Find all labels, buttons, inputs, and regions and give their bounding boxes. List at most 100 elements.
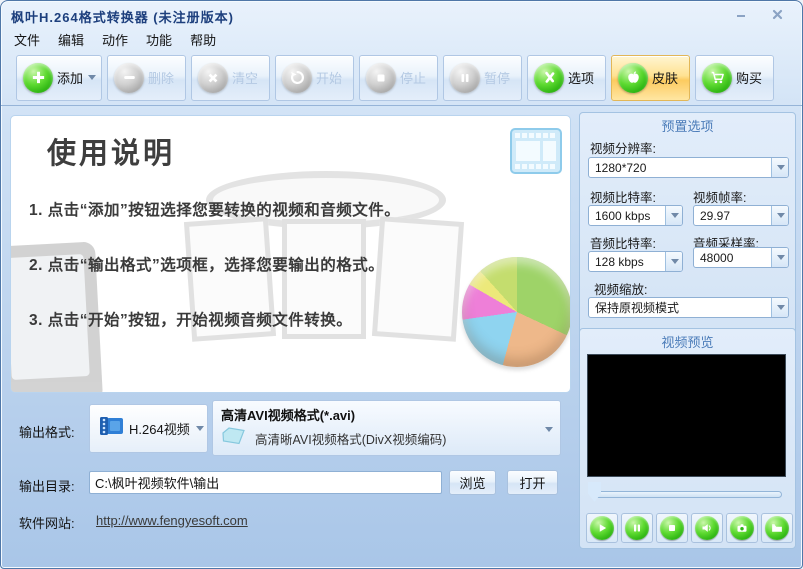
seek-slider-thumb[interactable] [588, 482, 601, 502]
sample-rate-select[interactable]: 48000 [693, 247, 789, 268]
chevron-down-icon[interactable] [665, 206, 682, 225]
usage-step-2: 2. 点击“输出格式”选项框，选择您要输出的格式。 [29, 257, 385, 274]
skin-button-label: 皮肤 [652, 71, 679, 86]
website-link[interactable]: http://www.fengyesoft.com [96, 513, 248, 528]
options-button[interactable]: 选项 [527, 54, 606, 101]
pause-icon [625, 516, 649, 540]
pause-button[interactable]: 暂停 [443, 54, 522, 101]
usage-heading: 使用说明 [47, 138, 176, 170]
volume-button[interactable] [691, 513, 723, 543]
stop-playback-button[interactable] [656, 513, 688, 543]
chevron-down-icon[interactable] [771, 298, 788, 317]
resolution-select[interactable]: 1280*720 [588, 157, 789, 178]
output-format-value: H.264视频 [129, 422, 190, 437]
start-button-label: 开始 [316, 71, 343, 86]
remove-icon [114, 62, 144, 93]
stop-button-label: 停止 [400, 71, 427, 86]
frame-rate-select[interactable]: 29.97 [693, 205, 789, 226]
minimize-icon[interactable] [730, 6, 752, 22]
usage-step-3: 3. 点击“开始”按钮，开始视频音频文件转换。 [29, 312, 353, 329]
preview-panel-title: 视频预览 [661, 335, 714, 350]
window-title: 枫叶H.264格式转换器 (未注册版本) [11, 10, 234, 25]
audio-bitrate-label: 音频比特率: [590, 237, 656, 251]
seek-slider[interactable] [592, 491, 782, 498]
buy-button-label: 购买 [736, 71, 763, 86]
output-format-label: 输出格式: [19, 425, 75, 440]
chevron-down-icon [88, 75, 97, 80]
h264-format-icon [98, 414, 124, 443]
play-icon [590, 516, 614, 540]
audio-bitrate-select[interactable]: 128 kbps [588, 251, 683, 272]
stop-icon [660, 516, 684, 540]
start-button[interactable]: 开始 [275, 54, 354, 101]
video-bitrate-label: 视频比特率: [590, 191, 656, 205]
speaker-icon [695, 516, 719, 540]
menu-file[interactable]: 文件 [5, 28, 49, 51]
chevron-down-icon[interactable] [771, 248, 788, 267]
video-screen [587, 354, 786, 477]
buy-button[interactable]: 购买 [695, 54, 774, 101]
clear-button[interactable]: 清空 [191, 54, 270, 101]
stop-button[interactable]: 停止 [359, 54, 438, 101]
title-bar: 枫叶H.264格式转换器 (未注册版本) [1, 1, 802, 28]
start-icon [282, 62, 312, 93]
add-icon [23, 62, 53, 93]
output-profile-select[interactable]: 高清AVI视频格式(*.avi) 高清晰AVI视频格式(DivX视频编码) [212, 400, 561, 456]
resolution-label: 视频分辨率: [590, 142, 656, 156]
toolbar: 添加 删除 清空 开始 停止 暂停 选项 皮肤 购买 [1, 51, 802, 106]
video-bitrate-select[interactable]: 1600 kbps [588, 205, 683, 226]
instructions-panel: 使用说明 1. 点击“添加”按钮选择您要转换的视频和音频文件。 2. 点击“输出… [10, 115, 571, 393]
preset-panel-title: 预置选项 [661, 119, 714, 134]
menu-action[interactable]: 动作 [93, 28, 137, 51]
menu-help[interactable]: 帮助 [181, 28, 225, 51]
clear-button-label: 清空 [232, 71, 259, 86]
output-dir-input[interactable] [89, 471, 442, 494]
add-button[interactable]: 添加 [16, 54, 102, 101]
skin-button[interactable]: 皮肤 [611, 54, 690, 101]
pie-chart-graphic [462, 257, 570, 367]
stop-icon [366, 62, 396, 93]
add-button-label: 添加 [57, 71, 84, 86]
output-format-select[interactable]: H.264视频 [89, 404, 208, 453]
chevron-down-icon[interactable] [665, 252, 682, 271]
chevron-down-icon [545, 427, 553, 432]
menu-bar: 文件 编辑 动作 功能 帮助 [1, 28, 802, 51]
open-folder-button[interactable] [761, 513, 793, 543]
filmstrip-icon [510, 128, 562, 179]
scaling-label: 视频缩放: [594, 283, 648, 297]
buy-icon [702, 62, 732, 93]
snapshot-button[interactable] [726, 513, 758, 543]
player-controls [586, 513, 793, 543]
frame-rate-label: 视频帧率: [693, 191, 747, 205]
chevron-down-icon[interactable] [771, 206, 788, 225]
usage-step-1: 1. 点击“添加”按钮选择您要转换的视频和音频文件。 [29, 202, 401, 219]
pause-button-label: 暂停 [484, 71, 511, 86]
open-button[interactable]: 打开 [507, 470, 558, 495]
folder-icon [765, 516, 789, 540]
pause-playback-button[interactable] [621, 513, 653, 543]
skin-icon [618, 62, 648, 93]
chevron-down-icon [195, 426, 204, 431]
window-controls [730, 6, 788, 22]
close-icon[interactable] [766, 6, 788, 22]
delete-button-label: 删除 [148, 71, 175, 86]
pause-icon [450, 62, 480, 93]
delete-button[interactable]: 删除 [107, 54, 186, 101]
chevron-down-icon[interactable] [771, 158, 788, 177]
options-icon [534, 62, 564, 93]
profile-description: 高清晰AVI视频格式(DivX视频编码) [255, 433, 447, 447]
preset-options-panel: 预置选项 视频分辨率: 1280*720 视频比特率: 视频帧率: 1600 k… [579, 112, 796, 344]
camera-icon [730, 516, 754, 540]
folder-icon [221, 425, 247, 452]
profile-title: 高清AVI视频格式(*.avi) [221, 408, 356, 423]
menu-edit[interactable]: 编辑 [49, 28, 93, 51]
browse-button[interactable]: 浏览 [449, 470, 496, 495]
video-preview-panel: 视频预览 [579, 328, 796, 549]
output-dir-label: 输出目录: [19, 479, 75, 494]
menu-function[interactable]: 功能 [137, 28, 181, 51]
website-label: 软件网站: [19, 516, 75, 531]
scaling-select[interactable]: 保持原视频模式 [588, 297, 789, 318]
app-window: 枫叶H.264格式转换器 (未注册版本) 文件 编辑 动作 功能 帮助 添加 删… [0, 0, 803, 569]
options-button-label: 选项 [568, 71, 595, 86]
play-button[interactable] [586, 513, 618, 543]
